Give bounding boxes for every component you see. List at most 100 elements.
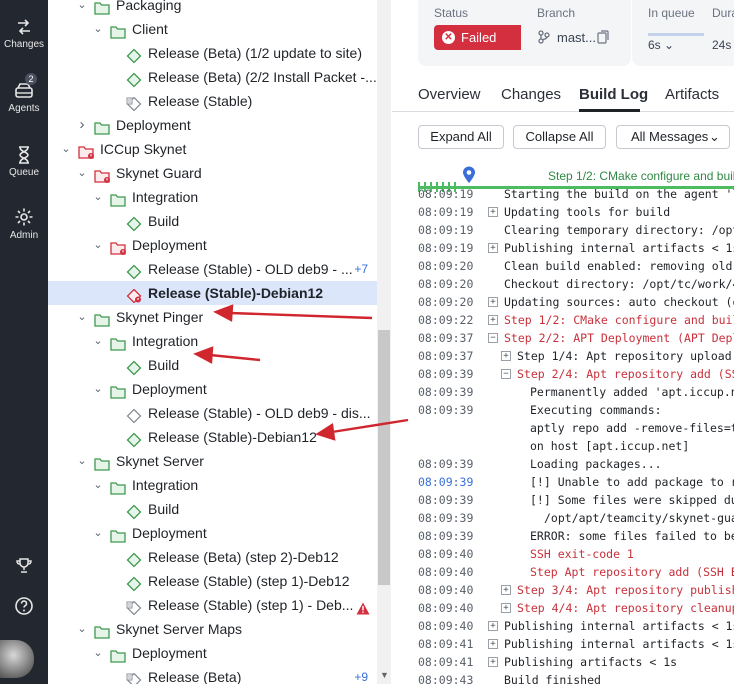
tree-item[interactable]: ⌄ Deployment <box>48 641 378 665</box>
chevron-down-icon[interactable]: ⌄ <box>60 137 72 161</box>
collapse-all-button[interactable]: Collapse All <box>513 125 606 149</box>
tree-item[interactable]: ⌄ Skynet Server <box>48 449 378 473</box>
log-line[interactable]: 08:09:41 + Publishing internal artifacts <… <box>392 635 734 653</box>
tree-item[interactable]: Build <box>48 209 378 233</box>
log-line[interactable]: 08:09:40 + Step 4/4: Apt repository cleanu… <box>392 599 734 617</box>
log-line[interactable]: 08:09:20 + Updating sources: auto checkout… <box>392 293 734 311</box>
tree-item[interactable]: ⌄ Skynet Server Maps <box>48 617 378 641</box>
queue-value[interactable]: 6s ⌄ <box>648 38 674 52</box>
tree-item-label: Skynet Server <box>116 453 204 469</box>
chevron-down-icon[interactable]: ⌄ <box>76 305 88 329</box>
tree-scrollbar-thumb[interactable] <box>378 330 390 585</box>
chevron-down-icon[interactable]: ⌄ <box>92 473 104 497</box>
log-line[interactable]: 08:09:19 + Publishing internal artifacts <… <box>392 239 734 257</box>
expand-icon[interactable]: + <box>501 603 511 613</box>
tree-item[interactable]: Release (Beta) (2/2 Install Packet -... <box>48 65 378 89</box>
log-message: Step 2/4: Apt repository add (SSH <box>517 367 734 381</box>
expand-icon[interactable]: + <box>488 621 498 631</box>
chevron-right-icon[interactable]: › <box>76 113 88 137</box>
log-line[interactable]: 08:09:40 + Step 3/4: Apt repository publis… <box>392 581 734 599</box>
expand-icon[interactable]: + <box>501 351 511 361</box>
expand-icon[interactable]: + <box>488 297 498 307</box>
tree-item[interactable]: ⌄ Integration <box>48 329 378 353</box>
tree-item[interactable]: ⌄ Packaging <box>48 0 378 17</box>
log-line[interactable]: 08:09:37 − Step 2/2: APT Deployment (APT D… <box>392 329 734 347</box>
log-line[interactable]: 08:09:41 + Publishing artifacts < 1s <box>392 653 734 671</box>
tree-item[interactable]: Release (Stable) - OLD deb9 - dis... <box>48 401 378 425</box>
tree-item[interactable]: ⌄ Skynet Guard <box>48 161 378 185</box>
tree-item[interactable]: ⌄ Deployment <box>48 521 378 545</box>
chevron-down-icon[interactable]: ⌄ <box>92 521 104 545</box>
tab-artifacts[interactable]: Artifacts <box>665 86 719 103</box>
chevron-down-icon[interactable]: ⌄ <box>92 185 104 209</box>
log-line: on host [apt.iccup.net] <box>392 437 734 455</box>
folder-failed-icon <box>110 238 126 255</box>
rail-help[interactable] <box>0 596 48 619</box>
location-pin-icon[interactable] <box>462 166 476 184</box>
rail-queue[interactable]: Queue <box>0 146 48 178</box>
chevron-down-icon[interactable]: ⌄ <box>76 449 88 473</box>
tree-item[interactable]: Release (Stable) (step 1) - Deb... <box>48 593 378 617</box>
scroll-down-arrow-icon[interactable]: ▼ <box>380 670 389 680</box>
collapse-icon[interactable]: − <box>501 369 511 379</box>
more-builds-count[interactable]: +9 <box>354 665 368 684</box>
chevron-down-icon[interactable]: ⌄ <box>92 329 104 353</box>
expand-icon[interactable]: + <box>488 657 498 667</box>
status-badge[interactable]: ✕ Failed <box>434 25 530 50</box>
expand-icon[interactable]: + <box>501 585 511 595</box>
expand-icon[interactable]: + <box>488 315 498 325</box>
chevron-down-icon[interactable]: ⌄ <box>92 233 104 257</box>
collapse-icon[interactable]: − <box>488 333 498 343</box>
expand-icon[interactable]: + <box>488 243 498 253</box>
tree-item[interactable]: Release (Stable)-Debian12 <box>48 281 378 305</box>
chevron-down-icon[interactable]: ⌄ <box>76 0 88 17</box>
chevron-down-icon[interactable]: ⌄ <box>92 17 104 41</box>
tab-build-log[interactable]: Build Log <box>579 86 648 103</box>
log-line[interactable]: 08:09:37 + Step 1/4: Apt repository upload… <box>392 347 734 365</box>
rail-changes[interactable]: Changes <box>0 18 48 50</box>
tree-item[interactable]: › Deployment <box>48 113 378 137</box>
rail-agents[interactable]: Agents <box>0 82 48 114</box>
tree-item[interactable]: Release (Beta) (step 2)-Deb12 <box>48 545 378 569</box>
expand-icon[interactable]: + <box>488 207 498 217</box>
tree-item[interactable]: ⌄ Deployment <box>48 233 378 257</box>
tree-item[interactable]: Release (Stable) <box>48 89 378 113</box>
branch-value[interactable]: mast... <box>557 30 596 45</box>
tree-item[interactable]: Build <box>48 353 378 377</box>
rail-admin[interactable]: Admin <box>0 207 48 241</box>
tree-item[interactable]: Build <box>48 497 378 521</box>
tree-item[interactable]: ⌄ Skynet Pinger <box>48 305 378 329</box>
changes-icon <box>18 19 30 35</box>
tree-item[interactable]: Release (Beta) (1/2 update to site) <box>48 41 378 65</box>
tree-item[interactable]: ⌄ Integration <box>48 185 378 209</box>
rail-whats-new[interactable] <box>0 556 48 577</box>
expand-icon[interactable]: + <box>488 639 498 649</box>
copy-icon[interactable] <box>597 30 609 44</box>
tree-scrollbar[interactable]: ▼ <box>377 0 391 684</box>
folder-icon <box>110 526 126 543</box>
tree-item-label: Release (Beta) (1/2 update to site) <box>148 45 363 61</box>
avatar[interactable] <box>0 640 34 678</box>
tree-item[interactable]: ⌄ Integration <box>48 473 378 497</box>
chevron-down-icon[interactable]: ⌄ <box>76 161 88 185</box>
tab-changes[interactable]: Changes <box>501 86 561 103</box>
log-line[interactable]: 08:09:39 − Step 2/4: Apt repository add (S… <box>392 365 734 383</box>
all-messages-select[interactable]: All Messages ⌄ <box>616 125 730 149</box>
log-line[interactable]: 08:09:22 + Step 1/2: CMake configure and b… <box>392 311 734 329</box>
log-line[interactable]: 08:09:40 + Publishing internal artifacts <… <box>392 617 734 635</box>
chevron-down-icon[interactable]: ⌄ <box>92 377 104 401</box>
log-line[interactable]: 08:09:19 + Updating tools for build <box>392 203 734 221</box>
more-builds-count[interactable]: +7 <box>354 257 368 281</box>
tree-item[interactable]: Release (Stable)-Debian12 <box>48 425 378 449</box>
tree-item[interactable]: ⌄ Deployment <box>48 377 378 401</box>
expand-all-button[interactable]: Expand All <box>418 125 504 149</box>
log-timestamp[interactable]: 08:09:39 <box>418 473 473 491</box>
chevron-down-icon[interactable]: ⌄ <box>76 617 88 641</box>
tree-item[interactable]: Release (Beta) +9 <box>48 665 378 684</box>
tree-item[interactable]: ⌄ ICCup Skynet <box>48 137 378 161</box>
tree-item[interactable]: ⌄ Client <box>48 17 378 41</box>
tree-item[interactable]: Release (Stable) (step 1)-Deb12 <box>48 569 378 593</box>
tab-overview[interactable]: Overview <box>418 86 481 103</box>
tree-item[interactable]: Release (Stable) - OLD deb9 - ... +7 <box>48 257 378 281</box>
chevron-down-icon[interactable]: ⌄ <box>92 641 104 665</box>
